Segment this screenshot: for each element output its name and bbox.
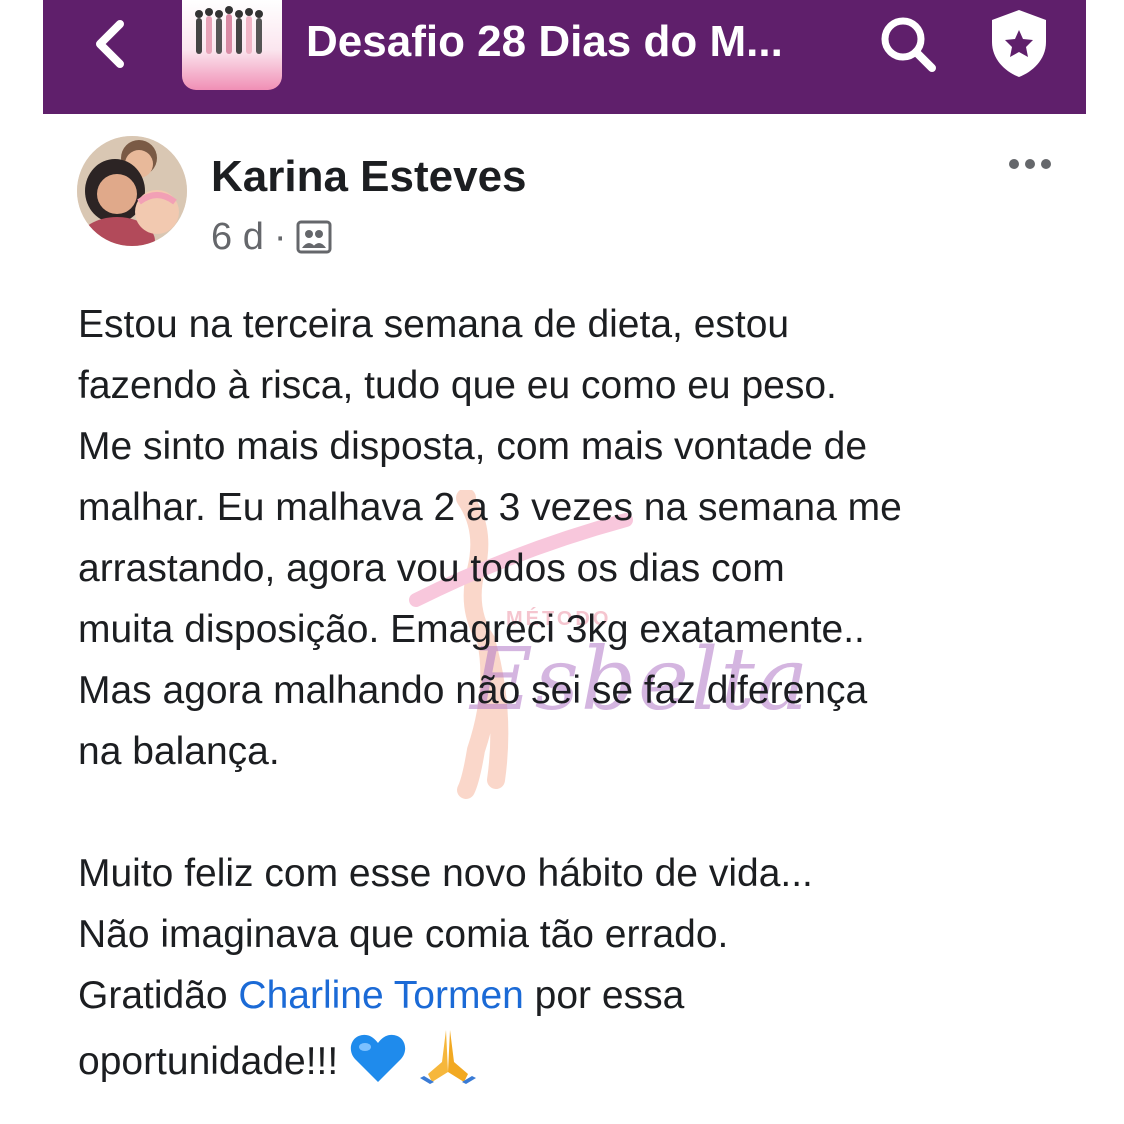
more-horizontal-icon [1009, 159, 1051, 169]
post-line: fazendo à risca, tudo que eu como eu pes… [78, 364, 837, 407]
back-button[interactable] [88, 16, 132, 72]
gratitude-prefix: Gratidão [78, 974, 239, 1017]
post-line: arrastando, agora vou todos os dias com [78, 547, 785, 590]
more-options-button[interactable] [1006, 150, 1054, 178]
post-line: Me sinto mais disposta, com mais vontade… [78, 425, 868, 468]
group-title[interactable]: Desafio 28 Dias do M... [306, 14, 826, 70]
post-line: Muito feliz com esse novo hábito de vida… [78, 852, 813, 895]
search-button[interactable] [876, 12, 940, 76]
post-line: muita disposição. Emagreci 3kg exatament… [78, 608, 865, 651]
post-line-mention: Gratidão Charline Tormen por essa [78, 965, 1088, 1026]
post-line: na balança. [78, 730, 280, 773]
avatar-photo [77, 136, 187, 246]
blue-heart-icon [350, 1034, 406, 1082]
post-time[interactable]: 6 d [211, 216, 264, 259]
post-line: Não imaginava que comia tão errado. [78, 913, 729, 956]
shield-star-icon [992, 10, 1046, 77]
post-line-closing: oportunidade!!! [78, 1026, 1088, 1092]
post-meta: 6 d · [211, 212, 332, 262]
group-cover-image [195, 6, 263, 54]
post-line: Mas agora malhando não sei se faz difere… [78, 669, 868, 712]
post-line: Estou na terceira semana de dieta, estou [78, 303, 790, 346]
closing-text: oportunidade!!! [78, 1040, 350, 1083]
search-icon [881, 17, 936, 72]
meta-separator: · [273, 215, 287, 258]
folded-hands-icon [419, 1030, 476, 1084]
author-avatar[interactable] [77, 136, 187, 246]
post-line: malhar. Eu malhava 2 a 3 vezes na semana… [78, 486, 902, 529]
group-cover-thumbnail[interactable] [182, 0, 282, 90]
author-name[interactable]: Karina Esteves [211, 152, 527, 202]
group-audience-icon [296, 220, 332, 254]
mention-link[interactable]: Charline Tormen [238, 974, 523, 1017]
admin-tools-button[interactable] [986, 6, 1052, 80]
post-body: Estou na terceira semana de dieta, estou… [78, 294, 1088, 1092]
gratitude-suffix: por essa [523, 974, 685, 1017]
chevron-left-icon [96, 20, 124, 68]
